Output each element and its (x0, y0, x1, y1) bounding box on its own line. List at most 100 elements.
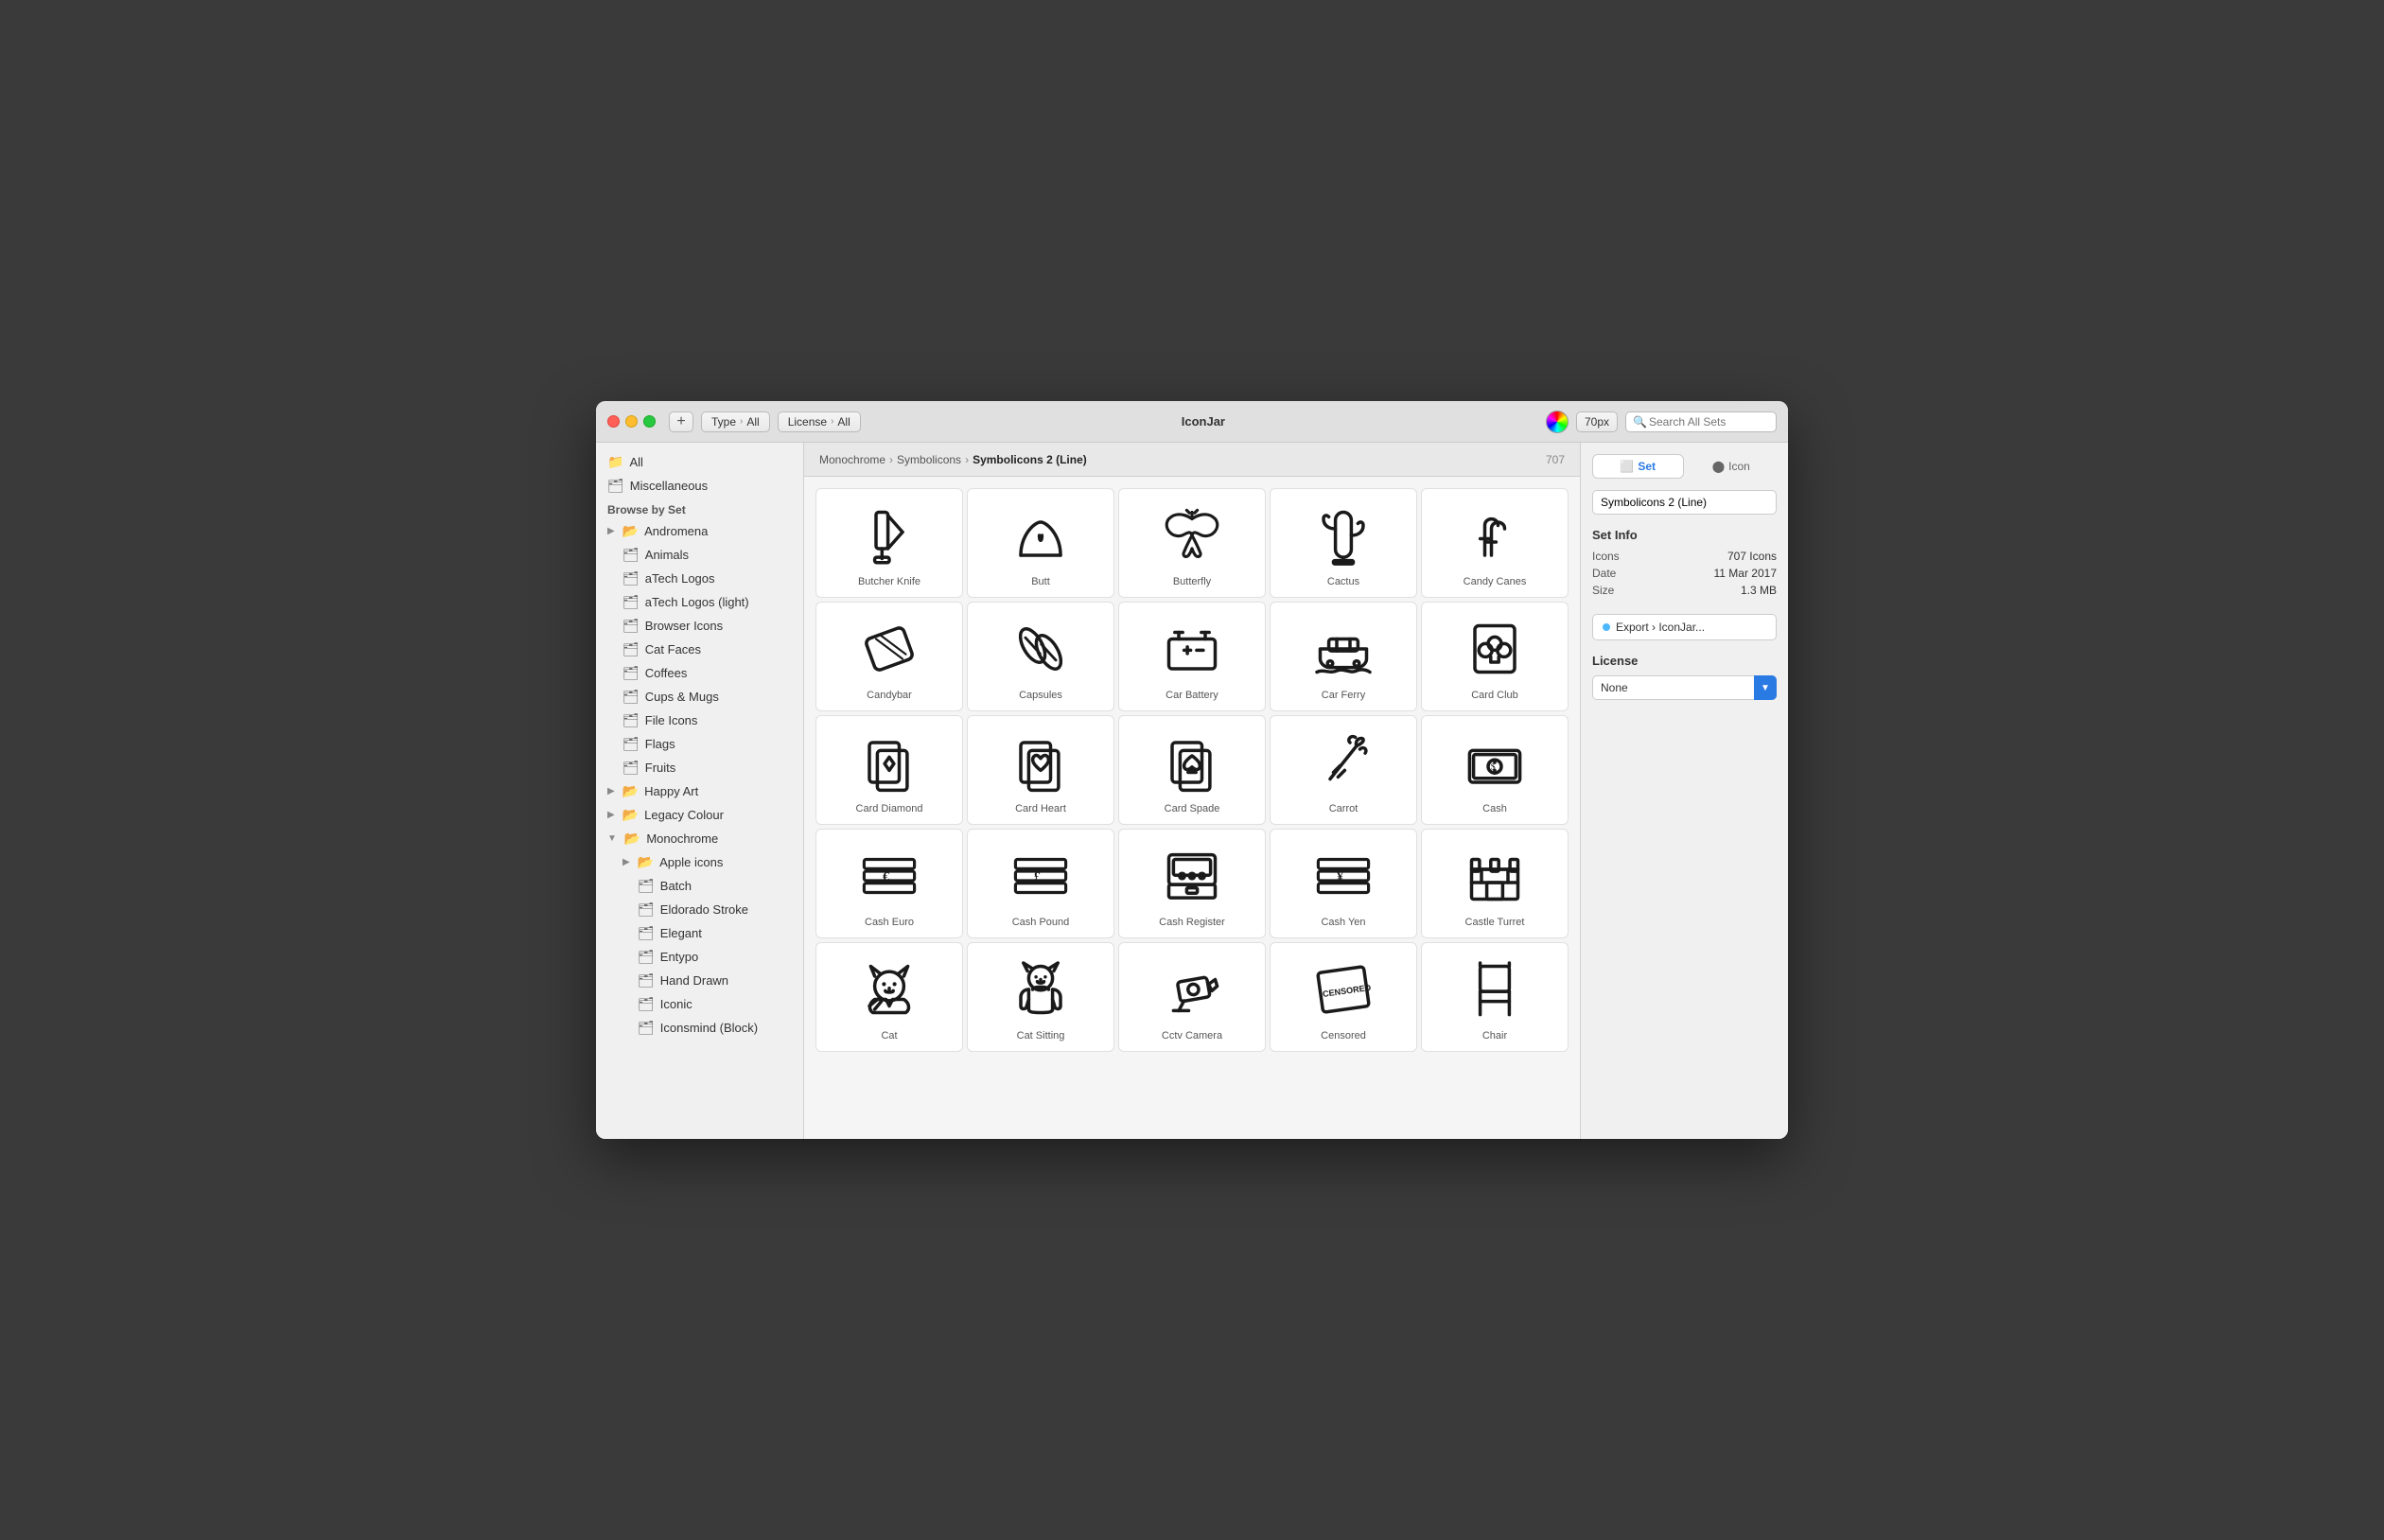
icon-carrot[interactable]: Carrot (1270, 715, 1417, 825)
info-row-date: Date 11 Mar 2017 (1592, 567, 1777, 580)
sidebar-item-batch[interactable]: 🗂 Batch (596, 874, 803, 898)
candybar-svg (856, 616, 922, 682)
minimize-button[interactable] (625, 415, 638, 428)
icon-card-heart[interactable]: Card Heart (967, 715, 1114, 825)
icon-card-club[interactable]: Card Club (1421, 602, 1569, 711)
icon-cctv-camera[interactable]: Cctv Camera (1118, 942, 1266, 1052)
type-arrow: › (740, 416, 743, 427)
type-filter[interactable]: Type › All (701, 411, 770, 432)
sidebar-label: Browser Icons (645, 619, 723, 633)
icon-car-ferry[interactable]: Car Ferry (1270, 602, 1417, 711)
icon-candy-canes[interactable]: Candy Canes (1421, 488, 1569, 598)
icon-cash-euro[interactable]: € Cash Euro (815, 829, 963, 938)
tab-set[interactable]: ⬜ Set (1592, 454, 1684, 479)
icon-card-spade[interactable]: Card Spade (1118, 715, 1266, 825)
search-wrapper: 🔍 (1625, 411, 1777, 432)
icon-label: Cat Sitting (1017, 1030, 1065, 1041)
sidebar-label: Hand Drawn (660, 973, 728, 988)
icon-butcher-knife[interactable]: Butcher Knife (815, 488, 963, 598)
color-wheel-icon[interactable] (1546, 411, 1569, 433)
fullscreen-button[interactable] (643, 415, 656, 428)
folder-icon: 🗂 (638, 878, 655, 894)
folder-icon: 🗂 (622, 618, 640, 634)
sidebar-item-cups[interactable]: 🗂 Cups & Mugs (596, 685, 803, 709)
icon-label: Chair (1482, 1030, 1507, 1041)
px-badge[interactable]: 70px (1576, 411, 1618, 432)
icon-cat-sitting[interactable]: Cat Sitting (967, 942, 1114, 1052)
sidebar-item-fruits[interactable]: 🗂 Fruits (596, 756, 803, 779)
icon-chair[interactable]: Chair (1421, 942, 1569, 1052)
icon-label: Car Battery (1166, 690, 1218, 701)
folder-group-icon: 📂 (624, 831, 640, 847)
sidebar-item-andromena[interactable]: ▶ 📂 Andromena (596, 519, 803, 543)
sidebar-item-monochrome[interactable]: ▼ 📂 Monochrome (596, 827, 803, 850)
search-input[interactable] (1625, 411, 1777, 432)
sidebar-item-handdrawn[interactable]: 🗂 Hand Drawn (596, 969, 803, 992)
tab-icon[interactable]: ⬤ Icon (1686, 454, 1778, 479)
export-button[interactable]: Export › IconJar... (1592, 614, 1777, 640)
icon-car-battery[interactable]: Car Battery (1118, 602, 1266, 711)
sidebar-item-atech-light[interactable]: 🗂 aTech Logos (light) (596, 590, 803, 614)
sidebar-item-legacy[interactable]: ▶ 📂 Legacy Colour (596, 803, 803, 827)
icon-cash-register[interactable]: Cash Register (1118, 829, 1266, 938)
sidebar-item-elegant[interactable]: 🗂 Elegant (596, 921, 803, 945)
sidebar-item-fileicons[interactable]: 🗂 File Icons (596, 709, 803, 732)
icon-label: Censored (1321, 1030, 1366, 1041)
license-select[interactable]: None Free Commercial (1592, 675, 1777, 700)
sidebar-item-eldorado[interactable]: 🗂 Eldorado Stroke (596, 898, 803, 921)
breadcrumb-part1[interactable]: Monochrome (819, 453, 885, 466)
sidebar-item-happyart[interactable]: ▶ 📂 Happy Art (596, 779, 803, 803)
icon-cat[interactable]: Cat (815, 942, 963, 1052)
set-name-input[interactable] (1592, 490, 1777, 515)
sidebar-item-catfaces[interactable]: 🗂 Cat Faces (596, 638, 803, 661)
car-ferry-svg (1310, 616, 1376, 682)
icon-cash[interactable]: $ Cash (1421, 715, 1569, 825)
icon-censored[interactable]: CENSORED Censored (1270, 942, 1417, 1052)
sidebar-item-atech[interactable]: 🗂 aTech Logos (596, 567, 803, 590)
license-filter[interactable]: License › All (778, 411, 861, 432)
sidebar-item-iconsmind[interactable]: 🗂 Iconsmind (Block) (596, 1016, 803, 1040)
breadcrumb-part2[interactable]: Symbolicons (897, 453, 961, 466)
icon-cactus[interactable]: Cactus (1270, 488, 1417, 598)
sidebar-item-flags[interactable]: 🗂 Flags (596, 732, 803, 756)
sidebar-item-misc[interactable]: 🗂 Miscellaneous (596, 474, 803, 498)
cctv-camera-svg (1159, 956, 1225, 1023)
license-label: License (788, 415, 827, 429)
icon-candybar[interactable]: Candybar (815, 602, 963, 711)
icon-butt[interactable]: Butt (967, 488, 1114, 598)
chevron-right-icon: ▶ (607, 810, 615, 820)
sidebar-label: Cat Faces (645, 642, 701, 656)
browse-by-set-label: Browse by Set (596, 498, 803, 519)
info-row-icons: Icons 707 Icons (1592, 550, 1777, 563)
close-button[interactable] (607, 415, 620, 428)
sidebar-item-animals[interactable]: 🗂 Animals (596, 543, 803, 567)
breadcrumb-count: 707 (1546, 453, 1565, 466)
license-value: All (837, 415, 850, 429)
type-value: All (746, 415, 759, 429)
sidebar-item-entypo[interactable]: 🗂 Entypo (596, 945, 803, 969)
icon-label: Butterfly (1173, 576, 1211, 587)
icon-butterfly[interactable]: Butterfly (1118, 488, 1266, 598)
export-label: Export › IconJar... (1616, 621, 1705, 634)
sidebar-label-misc: Miscellaneous (630, 479, 708, 493)
sidebar-item-browser[interactable]: 🗂 Browser Icons (596, 614, 803, 638)
icon-capsules[interactable]: Capsules (967, 602, 1114, 711)
svg-text:CENSORED: CENSORED (1322, 983, 1372, 999)
sidebar-item-iconic[interactable]: 🗂 Iconic (596, 992, 803, 1016)
icon-label: Cash Pound (1012, 917, 1070, 928)
folder-icon: 🗂 (622, 570, 640, 586)
sidebar-label: Animals (645, 548, 689, 562)
icon-card-diamond[interactable]: Card Diamond (815, 715, 963, 825)
icon-tab-label: Icon (1728, 460, 1750, 473)
icon-castle-turret[interactable]: Castle Turret (1421, 829, 1569, 938)
sidebar-item-apple[interactable]: ▶ 📂 Apple icons (596, 850, 803, 874)
sidebar-item-all[interactable]: 📁 All (596, 450, 803, 474)
icon-cash-pound[interactable]: £ Cash Pound (967, 829, 1114, 938)
add-button[interactable]: + (669, 411, 693, 432)
license-arrow-button[interactable]: ▼ (1754, 675, 1777, 700)
icon-label: Candybar (867, 690, 912, 701)
folder-icon: 🗂 (638, 972, 655, 989)
sidebar-item-coffees[interactable]: 🗂 Coffees (596, 661, 803, 685)
sidebar-label: Andromena (644, 524, 708, 538)
icon-cash-yen[interactable]: ¥ Cash Yen (1270, 829, 1417, 938)
